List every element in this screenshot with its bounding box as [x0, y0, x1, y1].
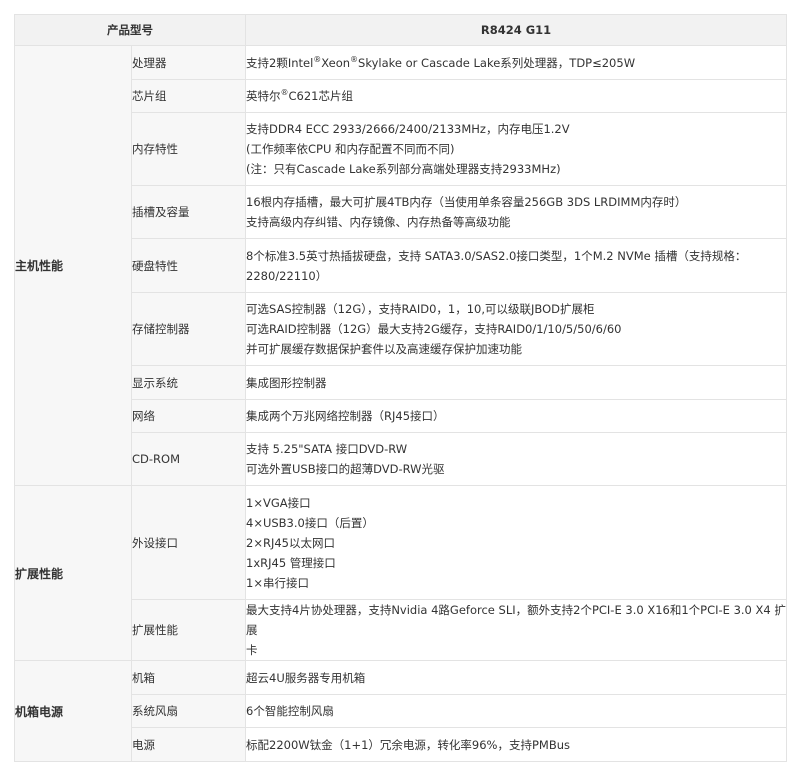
header-row: 产品型号 R8424 G11: [14, 14, 787, 46]
spec-value: 支持 5.25"SATA 接口DVD-RW 可选外置USB接口的超薄DVD-RW…: [245, 432, 787, 486]
spec-line: 16根内存插槽，最大可扩展4TB内存（当使用单条容量256GB 3DS LRDI…: [246, 195, 687, 209]
spec-line: 标配2200W钛金（1+1）冗余电源，转化率96%，支持PMBus: [246, 737, 570, 752]
spec-line: 支持高级内存纠错、内存镜像、内存热备等高级功能: [246, 215, 511, 229]
spec-name: 电源: [131, 727, 246, 762]
spec-line: 可选外置USB接口的超薄DVD-RW光驱: [246, 462, 445, 476]
spec-line: 可选RAID控制器（12G）最大支持2G缓存，支持RAID0/1/10/5/50…: [246, 322, 622, 336]
spec-value: 8个标准3.5英寸热插拔硬盘，支持 SATA3.0/SAS2.0接口类型，1个M…: [245, 238, 787, 293]
spec-name: 内存特性: [131, 112, 246, 186]
category-cell: 机箱电源: [14, 660, 132, 762]
spec-value: 16根内存插槽，最大可扩展4TB内存（当使用单条容量256GB 3DS LRDI…: [245, 185, 787, 239]
spec-name: 显示系统: [131, 365, 246, 400]
table-row: 机箱电源 机箱 超云4U服务器专用机箱: [14, 660, 787, 762]
spec-line: 支持2颗Intel®Xeon®Skylake or Cascade Lake系列…: [246, 54, 636, 70]
spec-name: 扩展性能: [131, 599, 246, 661]
spec-value: 支持2颗Intel®Xeon®Skylake or Cascade Lake系列…: [245, 45, 787, 80]
spec-line: 并可扩展缓存数据保护套件以及高速缓存保护加速功能: [246, 342, 522, 356]
spec-name: 系统风扇: [131, 694, 246, 728]
spec-name: 处理器: [131, 45, 246, 80]
spec-name: 硬盘特性: [131, 238, 246, 293]
table-row: 扩展性能 外设接口 1×VGA接口 4×USB3.0接口（后置） 2×RJ45以…: [14, 485, 787, 661]
spec-name: 网络: [131, 399, 246, 433]
spec-line: 1×VGA接口: [246, 495, 311, 510]
spec-name: 芯片组: [131, 79, 246, 113]
header-model: R8424 G11: [245, 14, 787, 46]
spec-line: 4×USB3.0接口（后置）: [246, 515, 374, 530]
spec-name: 外设接口: [131, 485, 246, 600]
spec-value: 英特尔®C621芯片组: [245, 79, 787, 113]
spec-value: 集成两个万兆网络控制器（RJ45接口）: [245, 399, 787, 433]
spec-value: 支持DDR4 ECC 2933/2666/2400/2133MHz，内存电压1.…: [245, 112, 787, 186]
spec-table-wrapper: 产品型号 R8424 G11 主机性能 处理器 支持2颗Intel®Xeon®S…: [14, 14, 787, 762]
spec-value: 集成图形控制器: [245, 365, 787, 400]
spec-value: 可选SAS控制器（12G），支持RAID0，1，10,可以级联JBOD扩展柜 可…: [245, 292, 787, 366]
spec-line: 可选SAS控制器（12G），支持RAID0，1，10,可以级联JBOD扩展柜: [246, 302, 595, 316]
spec-name: CD-ROM: [131, 432, 246, 486]
spec-line: 2×RJ45以太网口: [246, 535, 335, 550]
spec-table: 产品型号 R8424 G11 主机性能 处理器 支持2颗Intel®Xeon®S…: [14, 14, 787, 762]
spec-line: 6个智能控制风扇: [246, 704, 334, 718]
spec-line: 卡: [246, 643, 258, 657]
spec-line: 集成两个万兆网络控制器（RJ45接口）: [246, 409, 445, 423]
spec-line: (注：只有Cascade Lake系列部分高端处理器支持2933MHz): [246, 162, 561, 176]
spec-line: 1xRJ45 管理接口: [246, 555, 336, 570]
spec-name: 机箱: [131, 660, 246, 695]
spec-line: 最大支持4片协处理器，支持Nvidia 4路Geforce SLI，额外支持2个…: [246, 603, 786, 637]
spec-line: 超云4U服务器专用机箱: [246, 670, 366, 685]
table-row: 主机性能 处理器 支持2颗Intel®Xeon®Skylake or Casca…: [14, 45, 787, 486]
category-cell: 主机性能: [14, 45, 132, 486]
spec-line: (工作频率依CPU 和内存配置不同而不同): [246, 142, 455, 156]
spec-line: 2280/22110）: [246, 268, 328, 283]
category-cell: 扩展性能: [14, 485, 132, 661]
spec-value: 1×VGA接口 4×USB3.0接口（后置） 2×RJ45以太网口 1xRJ45…: [245, 485, 787, 600]
spec-value: 标配2200W钛金（1+1）冗余电源，转化率96%，支持PMBus: [245, 727, 787, 762]
spec-value: 6个智能控制风扇: [245, 694, 787, 728]
spec-name: 存储控制器: [131, 292, 246, 366]
spec-line: 支持DDR4 ECC 2933/2666/2400/2133MHz，内存电压1.…: [246, 122, 570, 136]
spec-line: 集成图形控制器: [246, 375, 327, 390]
spec-line: 1×串行接口: [246, 575, 309, 590]
spec-line: 支持 5.25"SATA 接口DVD-RW: [246, 442, 408, 456]
header-label: 产品型号: [14, 14, 246, 46]
spec-value: 最大支持4片协处理器，支持Nvidia 4路Geforce SLI，额外支持2个…: [245, 599, 787, 661]
spec-line: 英特尔®C621芯片组: [246, 88, 353, 103]
spec-value: 超云4U服务器专用机箱: [245, 660, 787, 695]
spec-line: 8个标准3.5英寸热插拔硬盘，支持 SATA3.0/SAS2.0接口类型，1个M…: [246, 248, 747, 263]
spec-name: 插槽及容量: [131, 185, 246, 239]
